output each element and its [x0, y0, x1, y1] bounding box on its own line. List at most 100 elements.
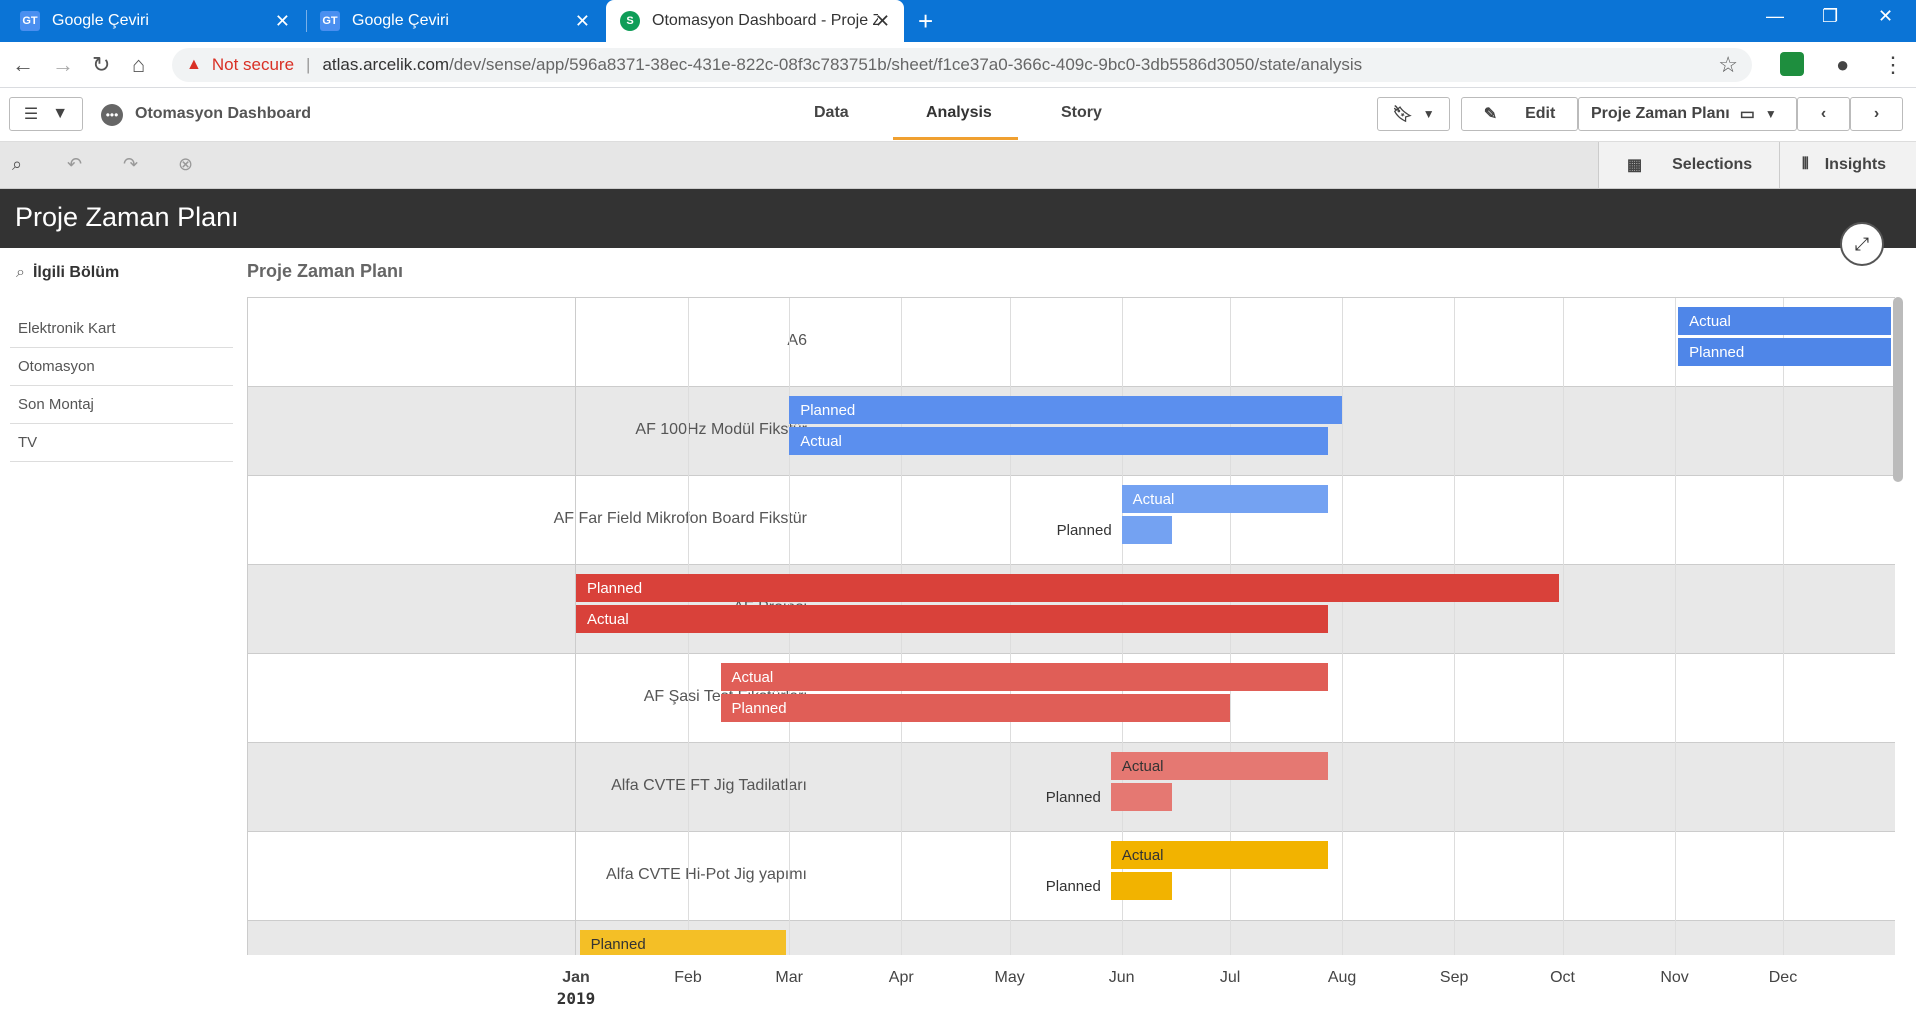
step-forward-icon[interactable]: ↷ — [123, 154, 138, 175]
bar-label: Planned — [1045, 878, 1101, 895]
url-path: /dev/sense/app/596a8371-38ec-431e-822c-0… — [449, 55, 1363, 74]
gantt-bar[interactable]: Actual — [720, 663, 1328, 691]
gantt-row — [247, 921, 1895, 955]
chevron-left-icon: ‹ — [1820, 105, 1827, 122]
chevron-down-icon: ▼ — [1422, 107, 1435, 121]
gantt-bar[interactable]: Actual — [1121, 485, 1328, 513]
row-label: Alfa CVTE Hi-Pot Jig yapımı — [606, 866, 807, 883]
gantt-bar[interactable] — [1121, 516, 1173, 544]
gantt-bar[interactable]: Planned — [1678, 338, 1892, 366]
filter-item[interactable]: Otomasyon — [10, 348, 233, 386]
gantt-bar[interactable]: Planned — [789, 396, 1343, 424]
row-label: AF 100Hz Modül Fikstür — [635, 421, 807, 438]
menu-dots-icon[interactable]: ⋮ — [1882, 52, 1904, 78]
edit-button[interactable]: ✎ Edit — [1461, 97, 1578, 131]
tab-title: Google Çeviri — [352, 12, 449, 29]
filter-item[interactable]: Son Montaj — [10, 386, 233, 424]
filter-title-label: İlgili Bölüm — [32, 264, 120, 281]
chevron-down-icon: ▼ — [52, 105, 69, 122]
sheet-selector-label: Proje Zaman Planı — [1591, 105, 1730, 122]
gantt-bar[interactable]: Actual — [576, 605, 1328, 633]
gantt-bar[interactable]: Actual — [1110, 752, 1328, 780]
restore-icon[interactable]: ❐ — [1822, 6, 1838, 27]
close-icon[interactable]: ✕ — [575, 11, 590, 32]
qlik-sense-icon: S — [620, 11, 640, 31]
url-text: atlas.arcelik.com/dev/sense/app/596a8371… — [322, 55, 1362, 75]
x-tick-label: Apr — [888, 969, 914, 986]
browser-tab[interactable]: GT Google Çeviri ✕ — [306, 0, 604, 42]
bar-label: Planned — [1056, 522, 1112, 539]
previous-sheet-button[interactable]: ‹ — [1797, 97, 1850, 131]
row-label: A6 — [787, 332, 807, 349]
gantt-bar[interactable]: Actual — [789, 427, 1328, 455]
insights-label: Insights — [1824, 156, 1887, 173]
filter-title[interactable]: ⌕ İlgili Bölüm — [16, 264, 119, 282]
tab-analysis[interactable]: Analysis — [926, 104, 992, 122]
close-window-icon[interactable]: ✕ — [1878, 6, 1893, 27]
bookmark-star-icon[interactable]: ☆ — [1718, 52, 1738, 78]
next-sheet-button[interactable]: › — [1850, 97, 1903, 131]
row-label: AF Far Field Mikrofon Board Fikstür — [553, 510, 807, 527]
app-name: Otomasyon Dashboard — [135, 105, 312, 122]
forward-icon[interactable]: → — [52, 52, 74, 78]
gantt-row: AF Far Field Mikrofon Board Fikstür — [247, 476, 1895, 565]
browser-tab[interactable]: GT Google Çeviri ✕ — [6, 0, 304, 42]
new-tab-button[interactable]: + — [918, 6, 933, 37]
tab-data[interactable]: Data — [814, 104, 849, 122]
url-input[interactable]: ▲ Not secure | atlas.arcelik.com/dev/sen… — [172, 48, 1752, 82]
sheet-selector[interactable]: Proje Zaman Planı ▭ ▼ — [1578, 97, 1797, 131]
home-icon[interactable]: ⌂ — [132, 52, 145, 78]
separator: | — [306, 55, 311, 74]
google-translate-icon: GT — [320, 11, 340, 31]
filter-item[interactable]: Elektronik Kart — [10, 310, 233, 348]
grid-line — [1562, 298, 1564, 955]
expand-icon[interactable]: ⤢ — [1840, 222, 1884, 266]
gantt-bar[interactable]: Actual — [1678, 307, 1892, 335]
sheet-title-bar: Proje Zaman Planı — [0, 189, 1916, 248]
x-tick-label: Jun — [1108, 969, 1135, 986]
grid-line — [1782, 298, 1784, 955]
extension-icon[interactable] — [1780, 52, 1804, 76]
tab-story[interactable]: Story — [1061, 104, 1102, 122]
minimize-icon[interactable]: — — [1766, 6, 1784, 27]
grid-line — [1674, 298, 1676, 955]
bookmark-button[interactable]: 🔖︎ ▼ — [1377, 97, 1450, 131]
close-icon[interactable]: ✕ — [275, 11, 290, 32]
gantt-bar[interactable]: Planned — [579, 930, 786, 955]
close-icon[interactable]: ✕ — [875, 11, 890, 32]
browser-tab-active[interactable]: S Otomasyon Dashboard - Proje Za ✕ — [606, 0, 904, 42]
x-axis: Jan Feb Mar Apr May Jun Jul Aug Sep Oct Nov Dec 2019 — [247, 955, 1895, 1022]
profile-icon[interactable]: ● — [1836, 52, 1849, 78]
smart-search-icon[interactable]: ⌕ — [12, 154, 22, 175]
x-year-label: 2019 — [556, 989, 596, 1008]
sheet-icon: ▭ — [1739, 106, 1755, 123]
app-toolbar: ☰ ▼ ••• Otomasyon Dashboard Data Analysi… — [0, 88, 1916, 142]
step-back-icon[interactable]: ↶ — [67, 154, 82, 175]
sheet-title: Proje Zaman Planı — [15, 202, 239, 232]
clear-selections-icon[interactable]: ⊗ — [178, 154, 193, 175]
x-tick-label: Jul — [1219, 969, 1241, 986]
x-tick-label: Aug — [1327, 969, 1357, 986]
gantt-bar[interactable]: Planned — [720, 694, 1231, 722]
insights-icon: ⫴ — [1802, 156, 1809, 173]
insights-button[interactable]: ⫴ Insights — [1779, 142, 1916, 188]
back-icon[interactable]: ← — [12, 52, 34, 78]
chart-scrollbar[interactable] — [1893, 297, 1903, 482]
gantt-bar[interactable] — [1110, 783, 1173, 811]
x-tick-label: Dec — [1768, 969, 1798, 986]
gantt-bar[interactable] — [1110, 872, 1173, 900]
reload-icon[interactable]: ↻ — [92, 52, 110, 78]
search-icon: ⌕ — [16, 264, 25, 281]
edit-label: Edit — [1525, 105, 1556, 122]
filter-item[interactable]: TV — [10, 424, 233, 462]
selection-toolbar: ⌕ ↶ ↷ ⊗ ▦ Selections ⫴ Insights — [0, 142, 1916, 189]
selections-button[interactable]: ▦ Selections — [1598, 142, 1779, 188]
x-tick-label: Oct — [1550, 969, 1575, 986]
gantt-bar[interactable]: Planned — [576, 574, 1559, 602]
global-menu-button[interactable]: ☰ ▼ — [9, 97, 83, 131]
chevron-right-icon: › — [1873, 105, 1880, 122]
gantt-bar[interactable]: Actual — [1110, 841, 1328, 869]
grid-line — [1342, 298, 1344, 955]
gantt-chart[interactable]: A6 AF 100Hz Modül Fikstür AF Far Field Mik… — [247, 297, 1895, 955]
bookmark-icon: 🔖︎ — [1392, 106, 1413, 123]
